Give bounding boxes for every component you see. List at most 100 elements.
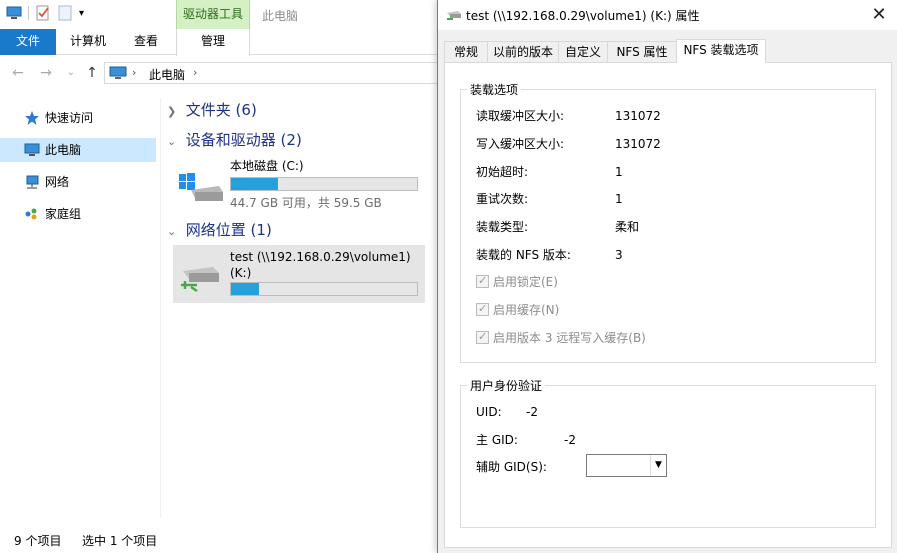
item-count: 9 个项目 <box>14 534 62 548</box>
drive-usage-text: 44.7 GB 可用，共 59.5 GB <box>230 196 382 210</box>
field-label: 装载的 NFS 版本: <box>476 248 571 262</box>
breadcrumb-this-pc[interactable]: 此电脑 <box>149 66 185 83</box>
window-title: 此电脑 <box>262 9 299 23</box>
navigation-pane: 快速访问 此电脑 网络 家庭组 <box>0 98 160 518</box>
tab-nfs-properties[interactable]: NFS 属性 <box>607 41 677 62</box>
dialog-titlebar[interactable]: test (\\192.168.0.29\volume1) (K:) 属性 ✕ <box>438 0 897 30</box>
group-label: 文件夹 (6) <box>185 101 257 119</box>
checkbox-checked-disabled[interactable] <box>476 273 489 289</box>
group-header-devices[interactable]: ⌄ 设备和驱动器 (2) <box>167 128 437 152</box>
field-label: 装载类型: <box>476 220 529 234</box>
tab-page-nfs-mount-options: 装载选项 读取缓冲区大小: 131072 写入缓冲区大小: 131072 初始超… <box>444 62 892 548</box>
close-button[interactable]: ✕ <box>868 4 890 26</box>
properties-dialog: test (\\192.168.0.29\volume1) (K:) 属性 ✕ … <box>437 0 897 553</box>
field-value: -2 <box>526 405 538 419</box>
checkbox-label: 启用版本 3 远程写入缓存(B) <box>493 331 646 345</box>
collapse-chevron-icon[interactable]: ⌄ <box>167 220 181 244</box>
tab-nfs-mount-options[interactable]: NFS 装载选项 <box>676 39 766 63</box>
address-box[interactable]: › 此电脑 › <box>104 62 444 84</box>
drive-usage-fill <box>231 178 278 190</box>
sidebar-item-label: 此电脑 <box>45 143 82 157</box>
checkbox-label: 启用锁定(E) <box>493 275 558 289</box>
sidebar-item-quick-access[interactable]: 快速访问 <box>0 106 156 130</box>
field-value: -2 <box>564 433 576 447</box>
tab-file[interactable]: 文件 <box>0 29 56 55</box>
tab-general[interactable]: 常规 <box>444 41 488 62</box>
tab-view[interactable]: 查看 <box>122 29 170 55</box>
toolbar-separator <box>28 6 29 20</box>
network-drive-icon <box>447 11 461 20</box>
group-label: 网络位置 (1) <box>185 221 272 239</box>
network-icon <box>26 175 39 189</box>
drive-usage-bar <box>230 177 418 191</box>
computer-icon <box>109 66 127 79</box>
sidebar-item-label: 网络 <box>45 175 70 189</box>
field-label: 写入缓冲区大小: <box>476 137 565 151</box>
sidebar-item-homegroup[interactable]: 家庭组 <box>0 202 156 226</box>
drive-usage-fill <box>231 283 259 295</box>
star-icon <box>25 111 39 125</box>
field-value: 131072 <box>615 109 661 123</box>
network-drive-icon <box>181 267 219 293</box>
group-header-folders[interactable]: ❯ 文件夹 (6) <box>167 98 437 122</box>
group-header-network-locations[interactable]: ⌄ 网络位置 (1) <box>167 218 437 242</box>
windows-drive-icon <box>179 173 223 201</box>
enable-locking-checkbox[interactable]: 启用锁定(E) <box>476 273 558 290</box>
collapse-chevron-icon[interactable]: ⌄ <box>167 130 181 154</box>
checkbox-checked-disabled[interactable] <box>476 301 489 317</box>
enable-cache-checkbox[interactable]: 启用缓存(N) <box>476 301 560 318</box>
content-pane: ❯ 文件夹 (6) ⌄ 设备和驱动器 (2) 本地磁盘 (C:) 44.7 GB… <box>161 90 441 530</box>
customize-toolbar-icon[interactable]: ▾ <box>79 8 84 19</box>
homegroup-icon <box>25 208 37 220</box>
drive-name: test (\\192.168.0.29\volume1) (K:) <box>230 250 411 280</box>
computer-icon[interactable] <box>6 5 22 21</box>
enable-v3-remote-write-cache-checkbox[interactable]: 启用版本 3 远程写入缓存(B) <box>476 329 646 346</box>
forward-button[interactable]: → <box>38 65 54 81</box>
checkbox-checked-disabled[interactable] <box>476 329 489 345</box>
group-legend: 用户身份验证 <box>470 379 543 393</box>
group-legend: 装载选项 <box>470 83 519 97</box>
sidebar-item-network[interactable]: 网络 <box>0 170 156 194</box>
group-label: 设备和驱动器 (2) <box>185 131 302 149</box>
dropdown-arrow-icon[interactable]: ▼ <box>650 455 666 476</box>
tab-computer[interactable]: 计算机 <box>58 29 118 55</box>
field-value: 131072 <box>615 137 661 151</box>
checkbox-label: 启用缓存(N) <box>493 303 560 317</box>
field-value: 柔和 <box>615 220 640 234</box>
field-label: 主 GID: <box>476 433 518 447</box>
dialog-body: 常规 以前的版本 自定义 NFS 属性 NFS 装载选项 装载选项 读取缓冲区大… <box>438 30 897 553</box>
field-value: 1 <box>615 192 623 206</box>
up-button[interactable]: ↑ <box>84 65 100 81</box>
drive-name: 本地磁盘 (C:) <box>230 159 304 173</box>
field-label: 读取缓冲区大小: <box>476 109 565 123</box>
field-label: 重试次数: <box>476 192 529 206</box>
field-label: 辅助 GID(S): <box>476 460 547 474</box>
selected-count: 选中 1 个项目 <box>82 534 158 548</box>
contextual-tab-drive-tools: 驱动器工具 <box>176 0 250 29</box>
drive-item-local-c[interactable]: 本地磁盘 (C:) 44.7 GB 可用，共 59.5 GB <box>173 154 425 212</box>
sidebar-item-this-pc[interactable]: 此电脑 <box>0 138 156 162</box>
field-value: 3 <box>615 248 623 262</box>
drive-usage-bar <box>230 282 418 296</box>
properties-icon[interactable] <box>35 5 51 21</box>
tab-customize[interactable]: 自定义 <box>558 41 608 62</box>
field-label: 初始超时: <box>476 165 529 179</box>
quick-access-toolbar: ▾ <box>6 5 84 21</box>
tab-previous-versions[interactable]: 以前的版本 <box>487 41 559 62</box>
tab-manage[interactable]: 管理 <box>176 29 250 56</box>
status-bar: 9 个项目 选中 1 个项目 <box>0 530 440 553</box>
new-folder-icon[interactable] <box>57 5 73 21</box>
user-authentication-group: 用户身份验证 <box>460 377 876 528</box>
sidebar-item-label: 快速访问 <box>45 111 94 125</box>
auxiliary-gid-dropdown[interactable]: ▼ <box>586 454 667 477</box>
field-label: UID: <box>476 405 502 419</box>
back-button[interactable]: ← <box>10 65 26 81</box>
computer-icon <box>24 143 40 156</box>
drive-item-network-k[interactable]: test (\\192.168.0.29\volume1) (K:) <box>173 245 425 303</box>
breadcrumb-separator[interactable]: › <box>132 66 136 79</box>
expand-chevron-icon[interactable]: ❯ <box>167 100 181 124</box>
breadcrumb-separator[interactable]: › <box>193 66 197 79</box>
sidebar-item-label: 家庭组 <box>45 207 82 221</box>
field-value: 1 <box>615 165 623 179</box>
recent-locations-button[interactable]: ⌄ <box>63 65 79 81</box>
